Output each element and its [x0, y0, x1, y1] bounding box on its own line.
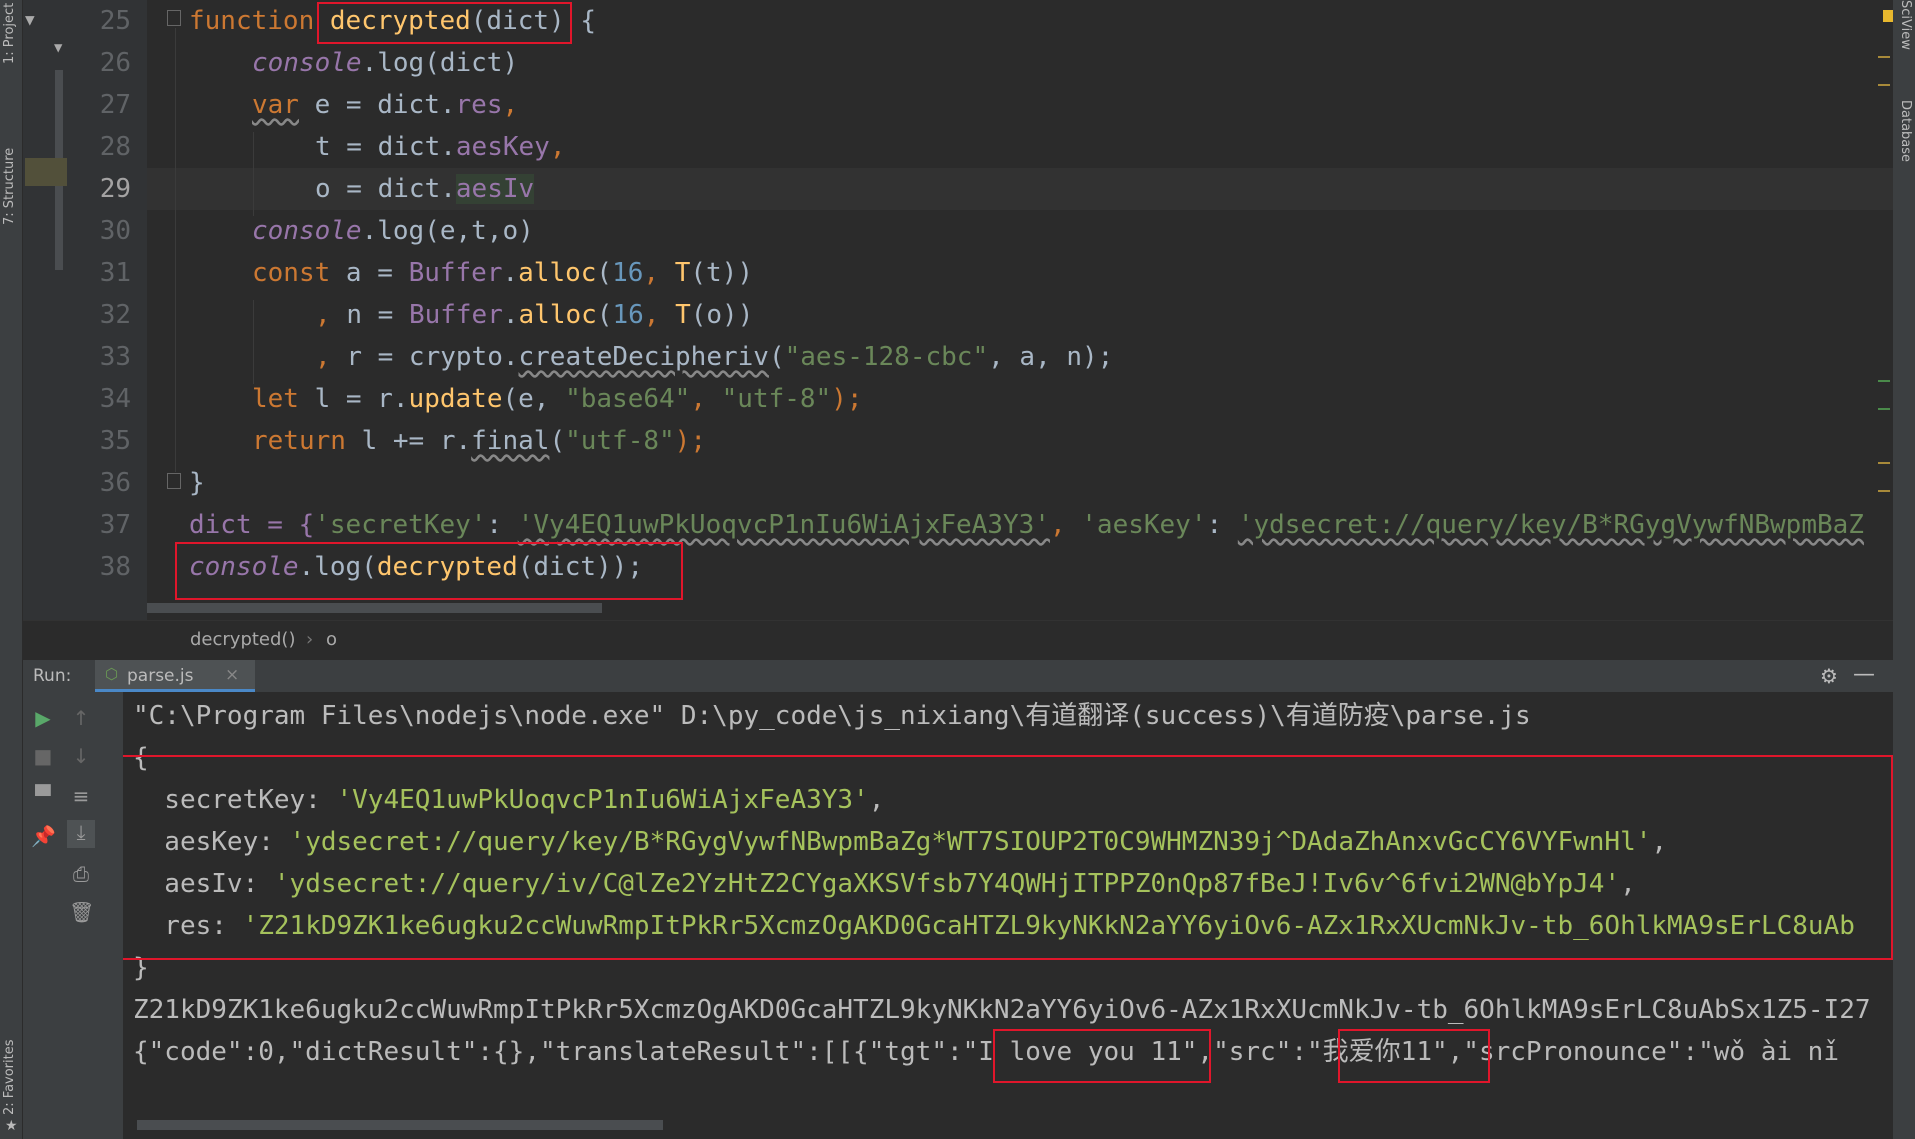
- line-number: 31: [99, 258, 131, 288]
- line-number: 38: [99, 552, 131, 582]
- line-number: 33: [99, 342, 131, 372]
- project-tool-tab[interactable]: 1: Project: [2, 2, 20, 64]
- scroll-to-end-icon[interactable]: ⤓: [67, 820, 95, 848]
- star-icon: ★: [5, 1118, 18, 1134]
- line-number: 27: [99, 90, 131, 120]
- code-line-35[interactable]: return l += r.final("utf-8");: [252, 420, 706, 462]
- structure-tool-tab[interactable]: 7: Structure: [2, 105, 20, 225]
- console-res-echo: Z21kD9ZK1ke6ugku2ccWuwRmpItPkRr5XcmzOgAK…: [133, 995, 1871, 1025]
- error-stripe-mark[interactable]: [1878, 56, 1890, 58]
- database-tool-tab[interactable]: Database: [1895, 100, 1913, 200]
- console-command-line: "C:\Program Files\nodejs\node.exe" D:\py…: [133, 701, 1531, 731]
- horizontal-scrollbar[interactable]: [137, 1120, 663, 1130]
- line-number: 34: [99, 384, 131, 414]
- code-line-36[interactable]: }: [189, 462, 205, 504]
- collapse-icon[interactable]: ▼: [25, 10, 35, 29]
- bookmark-marker: [25, 158, 67, 186]
- breadcrumb: decrypted() › o: [23, 620, 1893, 661]
- code-line-33[interactable]: , r = crypto.createDecipheriv("aes-128-c…: [315, 336, 1113, 378]
- code-line-32[interactable]: , n = Buffer.alloc(16, T(o)): [315, 294, 753, 336]
- indent-guide: [175, 28, 176, 472]
- code-line-26[interactable]: console.log(dict): [252, 42, 518, 84]
- annotation-box-tgt: [993, 1029, 1211, 1083]
- minimize-icon[interactable]: —: [1853, 662, 1875, 687]
- error-stripe-mark[interactable]: [1878, 84, 1890, 86]
- error-stripe-mark[interactable]: [1878, 380, 1890, 382]
- breadcrumb-variable[interactable]: o: [326, 629, 337, 650]
- error-stripe-mark[interactable]: [1878, 408, 1890, 410]
- right-tool-strip: SciView Database: [1893, 0, 1915, 1139]
- favorites-tool-tab[interactable]: 2: Favorites: [2, 1000, 20, 1115]
- line-number: 36: [99, 468, 131, 498]
- code-line-31[interactable]: const a = Buffer.alloc(16, T(t)): [252, 252, 753, 294]
- layout-icon[interactable]: ▀: [31, 784, 55, 808]
- code-line-37[interactable]: dict = {'secretKey': 'Vy4EQ1uwPkUoqvcP1n…: [189, 504, 1864, 546]
- console-result-line: {"code":0,"dictResult":{},"translateResu…: [133, 1037, 1839, 1067]
- breadcrumb-function[interactable]: decrypted(): [190, 629, 295, 650]
- error-stripe-mark[interactable]: [1878, 462, 1890, 464]
- close-icon[interactable]: ×: [225, 665, 239, 685]
- annotation-box-call: [175, 542, 683, 600]
- line-number-current: 29: [99, 174, 131, 204]
- code-editor[interactable]: ▼ ▼ 25 26 27 28 29 30 31 32 33 34 35 36 …: [23, 0, 1893, 660]
- pin-icon[interactable]: 📌: [31, 824, 56, 848]
- line-number: 26: [99, 48, 131, 78]
- arrow-up-icon[interactable]: ↑: [69, 706, 93, 730]
- tab-label: parse.js: [127, 666, 194, 686]
- code-line-29[interactable]: o = dict.aesIv: [315, 168, 535, 210]
- run-tool-window-header: Run: ⬡ parse.js × ⚙ —: [23, 660, 1893, 692]
- annotation-box-dict: [123, 755, 1893, 960]
- line-number: 28: [99, 132, 131, 162]
- trash-icon[interactable]: 🗑: [69, 900, 94, 924]
- line-number: 25: [99, 6, 131, 36]
- horizontal-scrollbar[interactable]: [147, 603, 602, 613]
- line-number: 35: [99, 426, 131, 456]
- tab-parse-js[interactable]: ⬡ parse.js ×: [95, 660, 255, 692]
- annotation-box-function-name: [317, 2, 572, 44]
- annotation-box-src: [1338, 1029, 1490, 1083]
- rerun-icon[interactable]: ▶: [31, 706, 55, 730]
- arrow-down-icon[interactable]: ↓: [69, 744, 93, 768]
- soft-wrap-icon[interactable]: ≡: [69, 784, 93, 808]
- run-toolbar: ▶ ■ ▀ 📌 ↑ ↓ ≡ ⤓ ⎙ 🗑: [23, 692, 123, 1139]
- indent-guide: [253, 300, 254, 384]
- code-line-27[interactable]: var e = dict.res,: [252, 84, 518, 126]
- error-stripe-mark[interactable]: [1878, 490, 1890, 492]
- left-tool-strip: 1: Project 7: Structure 2: Favorites ★: [0, 0, 23, 1139]
- code-line-30[interactable]: console.log(e,t,o): [252, 210, 534, 252]
- breadcrumb-separator: ›: [306, 629, 314, 650]
- indent-guide: [253, 132, 254, 216]
- gear-icon[interactable]: ⚙: [1820, 664, 1838, 688]
- stop-icon[interactable]: ■: [31, 744, 55, 768]
- code-line-28[interactable]: t = dict.aesKey,: [315, 126, 565, 168]
- chevron-down-icon[interactable]: ▼: [54, 40, 62, 56]
- run-label: Run:: [33, 666, 72, 686]
- line-number: 37: [99, 510, 131, 540]
- fold-icon[interactable]: [167, 10, 181, 26]
- console-output[interactable]: "C:\Program Files\nodejs\node.exe" D:\py…: [123, 692, 1893, 1139]
- line-number: 30: [99, 216, 131, 246]
- line-number: 32: [99, 300, 131, 330]
- sciview-tool-tab[interactable]: SciView: [1895, 0, 1913, 70]
- nodejs-icon: ⬡: [105, 665, 119, 683]
- code-line-34[interactable]: let l = r.update(e, "base64", "utf-8");: [252, 378, 863, 420]
- fold-icon[interactable]: [167, 473, 181, 489]
- print-icon[interactable]: ⎙: [69, 862, 93, 886]
- warning-marker-icon[interactable]: [1883, 10, 1893, 22]
